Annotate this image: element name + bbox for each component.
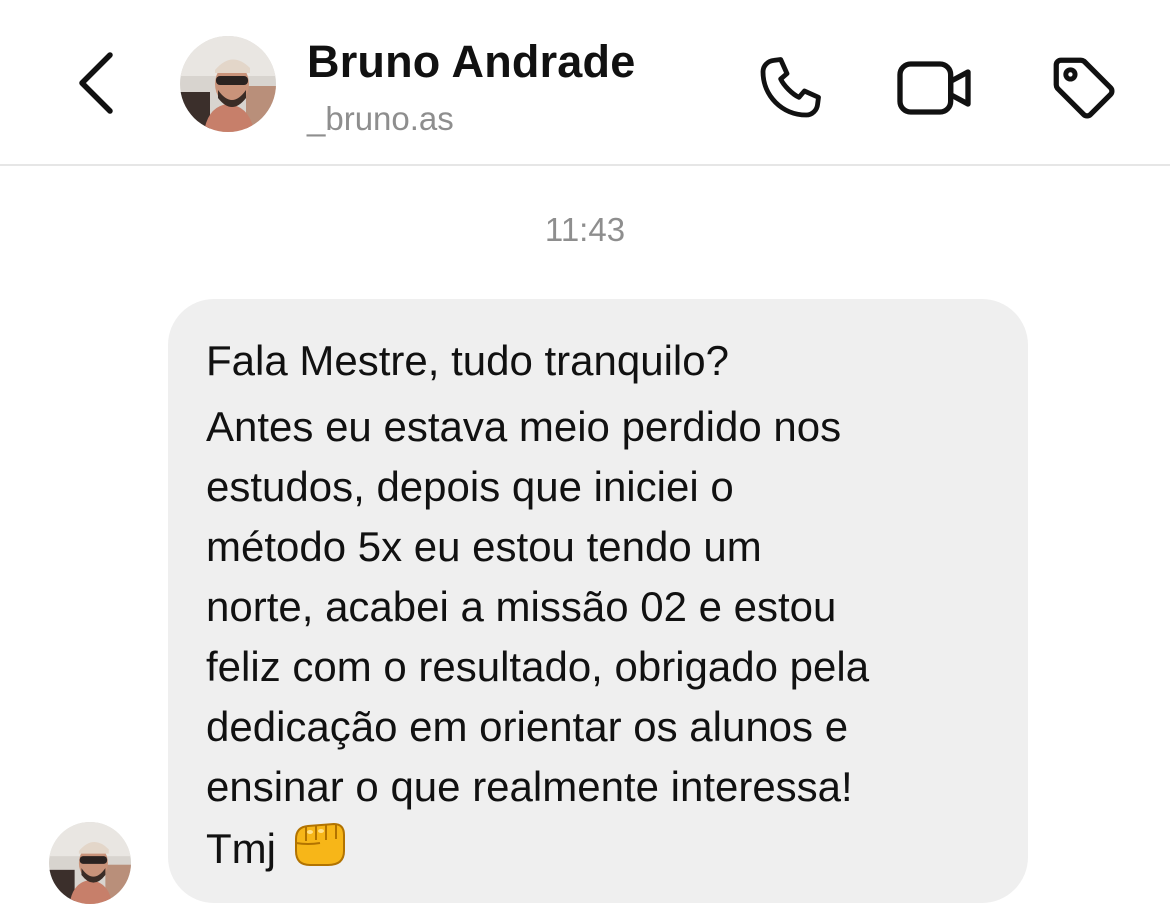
video-camera-icon [897, 61, 971, 115]
chevron-left-icon [79, 52, 113, 114]
message-timestamp: 11:43 [544, 211, 626, 248]
direct-message-screen: Bruno Andrade _bruno.as 11:43 Fala Mestr… [0, 0, 1170, 923]
message-line: feliz com o resultado, obrigado pela [206, 643, 870, 690]
avatar-photo [49, 822, 131, 904]
contact-username[interactable]: _bruno.as [307, 98, 454, 140]
avatar-photo [180, 36, 276, 132]
message-line: dedicação em orientar os alunos e [206, 703, 849, 750]
message-line: Antes eu estava meio perdido nos [206, 403, 842, 450]
phone-icon [760, 57, 821, 118]
sender-avatar[interactable] [49, 822, 131, 904]
message-line: estudos, depois que iniciei o [206, 463, 734, 510]
message-line: norte, acabei a missão 02 e estou [206, 583, 837, 630]
contact-avatar[interactable] [180, 36, 276, 132]
contact-name[interactable]: Bruno Andrade [307, 34, 635, 90]
tag-icon [1053, 57, 1115, 119]
chat-header: Bruno Andrade _bruno.as [0, 0, 1170, 166]
message-line: método 5x eu estou tendo um [206, 523, 762, 570]
audio-call-button[interactable] [750, 48, 830, 128]
label-button[interactable] [1044, 48, 1124, 128]
fist-bump-emoji [290, 817, 348, 885]
message-bubble[interactable]: Fala Mestre, tudo tranquilo? Antes eu es… [168, 299, 1028, 903]
back-button[interactable] [66, 48, 126, 118]
message-last-line: Tmj [206, 817, 994, 885]
video-call-button[interactable] [896, 48, 976, 128]
message-line: Tmj [206, 825, 276, 872]
message-line: ensinar o que realmente interessa! [206, 763, 853, 810]
message-line: Fala Mestre, tudo tranquilo? [206, 337, 729, 384]
